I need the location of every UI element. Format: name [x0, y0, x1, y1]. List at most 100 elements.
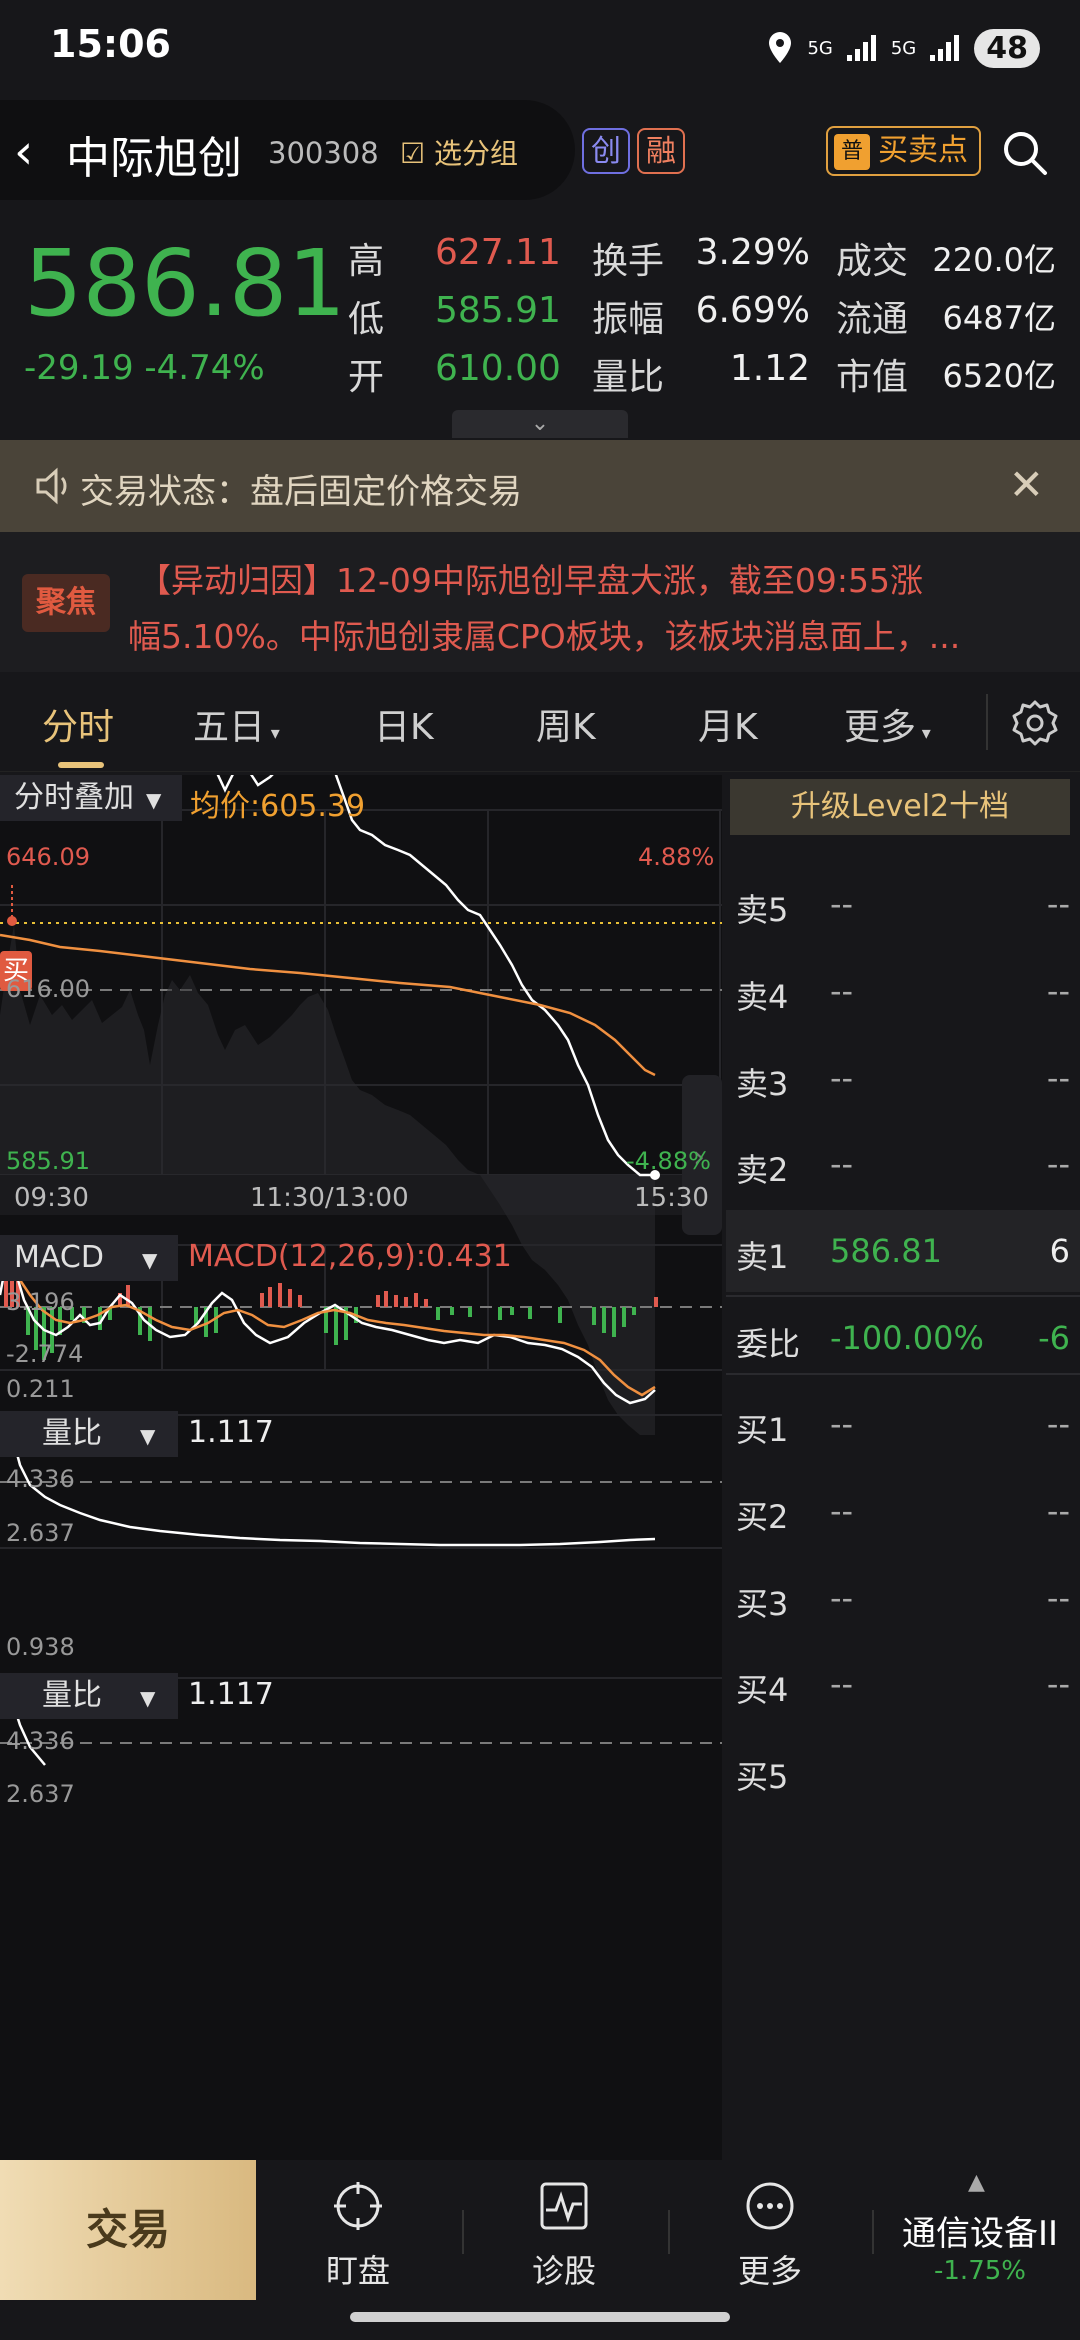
ask-level-name: 卖3	[736, 1065, 789, 1103]
volratio1-mid: 2.637	[6, 1519, 75, 1547]
ask-level-price: --	[830, 1145, 854, 1183]
trade-button[interactable]: 交易	[0, 2160, 256, 2300]
mktcap-value: 6520亿	[942, 357, 1056, 395]
bid-level-name: 买1	[736, 1411, 789, 1449]
ask-level-vol: --	[1046, 972, 1070, 1010]
tab-daily-k[interactable]: 日K	[374, 698, 434, 750]
caret-up-icon: ▲	[968, 2170, 985, 2195]
ask-row[interactable]: 卖4 -- --	[726, 950, 1080, 1030]
nav-diagnose[interactable]: 诊股	[474, 2160, 654, 2300]
home-indicator[interactable]	[350, 2312, 730, 2322]
select-group-button[interactable]: ☑ 选分组	[400, 132, 518, 172]
nav-more[interactable]: 更多	[680, 2160, 860, 2300]
speaker-icon	[36, 467, 67, 505]
close-icon[interactable]: ✕	[1009, 460, 1044, 509]
back-icon[interactable]: ‹	[14, 124, 33, 180]
tab-five-day-label: 五日	[193, 707, 266, 748]
tab-intraday[interactable]: 分时	[42, 698, 114, 750]
charts-svg[interactable]: ›	[0, 775, 722, 2167]
ask-row[interactable]: 卖5 -- --	[726, 863, 1080, 943]
bid-level-name: 买3	[736, 1585, 789, 1623]
macd-btn-label: MACD	[14, 1240, 104, 1275]
order-ratio-value: -100.00%	[830, 1319, 984, 1357]
ask-level-price: --	[830, 885, 854, 923]
intraday-overlay-dropdown[interactable]: 分时叠加 ▼	[0, 775, 182, 821]
nav-watch[interactable]: 盯盘	[268, 2160, 448, 2300]
deal-label: 成交	[836, 241, 909, 282]
volratio2-value: 1.117	[188, 1677, 274, 1712]
active-tab-indicator	[58, 762, 104, 768]
ask-level-name: 卖2	[736, 1151, 789, 1189]
turnover-label: 换手	[592, 241, 665, 282]
bid-level-vol: --	[1046, 1405, 1070, 1443]
float-label: 流通	[836, 299, 909, 340]
nav-divider	[872, 2210, 874, 2254]
intraday-high-price: 646.09	[6, 843, 90, 871]
tab-five-day[interactable]: 五日 ▾	[193, 698, 280, 750]
upgrade-level2-button[interactable]: 升级Level2十档	[730, 779, 1070, 835]
tab-weekly-k[interactable]: 周K	[536, 698, 596, 750]
chart-area[interactable]: › 分时叠加 ▼ 均价:605.39 646.09 4.88% 买 616.00 …	[0, 775, 722, 2167]
quote-labels-1: 高 低 开	[348, 232, 384, 406]
ask-level-price: --	[830, 972, 854, 1010]
ask-level-vol: --	[1046, 1059, 1070, 1097]
volratio2-dropdown[interactable]: 量比 ▼	[0, 1673, 178, 1719]
macd-dropdown[interactable]: MACD ▼	[0, 1235, 178, 1281]
stock-name: 中际旭创	[66, 133, 242, 184]
nav-watch-label: 盯盘	[325, 2252, 390, 2290]
volratio1-dropdown[interactable]: 量比 ▼	[0, 1411, 178, 1457]
macd-params: MACD(12,26,9):0.431	[188, 1239, 512, 1274]
price-change: -29.19 -4.74%	[24, 348, 265, 388]
amplitude-label: 振幅	[592, 299, 665, 340]
bid-level-price: --	[830, 1665, 854, 1703]
checkbox-icon: ☑	[400, 137, 426, 170]
volratio2-btn-label: 量比	[42, 1678, 102, 1713]
gear-icon[interactable]	[1010, 698, 1060, 748]
order-ratio-row: 委比 -100.00% -6	[726, 1295, 1080, 1375]
bid-level-price: --	[830, 1492, 854, 1530]
bid-row[interactable]: 买4 -- --	[726, 1643, 1080, 1723]
caret-down-icon: ▼	[141, 1248, 158, 1272]
time-mid: 11:30/13:00	[250, 1183, 409, 1213]
tab-more[interactable]: 更多 ▾	[844, 698, 931, 750]
sector-change: -1.75%	[934, 2256, 1026, 2286]
order-book: 升级Level2十档 卖5 -- -- 卖4 -- -- 卖3 -- -- 卖2…	[726, 775, 1080, 2167]
sector-indicator[interactable]: ▲ 通信设备II -1.75%	[880, 2160, 1080, 2300]
trade-status-text: 交易状态：盘后固定价格交易	[80, 472, 522, 512]
bid-row[interactable]: 买5	[726, 1730, 1080, 1810]
news-focus[interactable]: 聚焦 【异动归因】12-09中际旭创早盘大涨，截至09:55涨 幅5.10%。中…	[0, 532, 1080, 672]
trade-status-bar: 交易状态：盘后固定价格交易 ✕	[0, 440, 1080, 532]
ask-level-name: 卖4	[736, 978, 789, 1016]
network-label-2: 5G	[890, 37, 917, 59]
location-icon	[769, 32, 792, 63]
ask-row[interactable]: 卖2 -- --	[726, 1123, 1080, 1203]
low-label: 低	[348, 299, 385, 340]
amplitude-value: 6.69%	[695, 290, 810, 331]
search-icon[interactable]	[1000, 128, 1050, 178]
quote-values-3: 220.0亿 6487亿 6520亿	[924, 232, 1056, 406]
bid-row[interactable]: 买1 -- --	[726, 1383, 1080, 1463]
ask-row[interactable]: 卖1 586.81 6	[726, 1210, 1080, 1292]
tab-more-label: 更多	[844, 707, 917, 748]
tab-monthly-k[interactable]: 月K	[698, 698, 758, 750]
bid-row[interactable]: 买3 -- --	[726, 1557, 1080, 1637]
volratio1-btn-label: 量比	[42, 1416, 102, 1451]
title-pill: ‹ 中际旭创 300308 ☑ 选分组	[0, 100, 575, 200]
buysell-points-button[interactable]: 普 买卖点	[826, 126, 981, 176]
ask-row[interactable]: 卖3 -- --	[726, 1037, 1080, 1117]
nav-divider	[462, 2210, 464, 2254]
crosshair-icon	[334, 2182, 382, 2230]
caret-down-icon: ▼	[140, 1686, 156, 1710]
chart-tabs: 分时 五日 ▾ 日K 周K 月K 更多 ▾	[0, 672, 1080, 772]
expand-quote-button[interactable]: ⌄	[452, 410, 628, 438]
intraday-low-pct: -4.88%	[626, 1147, 711, 1175]
ask-level-vol: --	[1046, 1145, 1070, 1183]
sector-name: 通信设备II	[901, 2214, 1059, 2254]
margin-badge[interactable]: 融	[637, 128, 685, 174]
bid-row[interactable]: 买2 -- --	[726, 1470, 1080, 1550]
status-time: 15:06	[50, 22, 171, 66]
battery-icon: 48	[974, 28, 1040, 68]
chinext-badge[interactable]: 创	[582, 128, 630, 174]
stock-code: 300308	[268, 136, 379, 170]
bid-level-price: --	[830, 1405, 854, 1443]
